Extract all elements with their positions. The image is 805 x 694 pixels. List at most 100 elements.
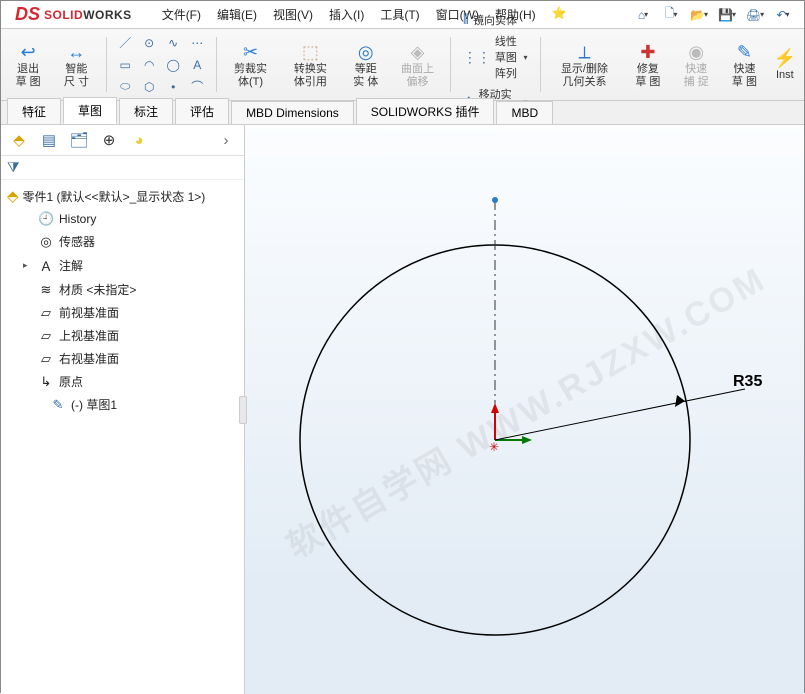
tree-label: 右视基准面 (59, 350, 119, 367)
ellipse-tool-icon[interactable]: ◯ (162, 55, 184, 75)
tree-item-sensors[interactable]: ◎传感器 (21, 230, 242, 253)
exit-sketch-button[interactable]: ↩ 退出草 图 (7, 33, 49, 96)
tree-item-right-plane[interactable]: ▱ 右视基准面 (21, 347, 242, 370)
new-doc-icon[interactable]: 🗋▾ (660, 4, 682, 26)
pattern-group: ⦀镜向实体 ⋮⋮线性草图阵列▾ ✥移动实体▾ (459, 33, 532, 96)
trim-icon: ✂ (243, 41, 258, 63)
undo-icon[interactable]: ↶▾ (772, 4, 794, 26)
offset-entities-button[interactable]: ◎ 等距实 体 (345, 33, 387, 96)
tab-features[interactable]: 特征 (7, 98, 61, 124)
etc-tool-icon[interactable]: ⋯ (186, 33, 208, 53)
tree-label: 注解 (59, 257, 83, 274)
endpoint-marker[interactable] (492, 197, 498, 203)
quick-snap-label: 快速捕 捉 (681, 63, 711, 88)
tab-sketch[interactable]: 草图 (63, 97, 117, 124)
tab-mbd[interactable]: MBD (496, 101, 553, 124)
point-tool-icon[interactable]: • (162, 77, 184, 97)
part-icon: ⬘ (7, 187, 19, 205)
tree-item-material[interactable]: ≋材质 <未指定> (21, 278, 242, 301)
display-manager-tab-icon[interactable]: ◕ (127, 129, 151, 151)
app-name: SOLIDWORKS (44, 8, 132, 22)
surface-offset-button: ◈ 曲面上 偏移 (393, 33, 442, 96)
menu-view[interactable]: 视图(V) (267, 2, 319, 27)
tree-label: History (59, 212, 96, 226)
quick-access-toolbar: ⌂▾ 🗋▾ 📂▾ 💾▾ 🖨▾ ↶▾ (632, 4, 800, 26)
tree-item-origin[interactable]: ↳原点 (21, 370, 242, 393)
rect-tool-icon[interactable]: ▭ (114, 55, 136, 75)
app-logo: DS SOLIDWORKS (5, 4, 142, 25)
tree-item-annotations[interactable]: ▸Ａ注解 (21, 253, 242, 278)
expand-tab-icon[interactable]: › (214, 129, 238, 151)
spline-tool-icon[interactable]: ∿ (162, 33, 184, 53)
instant-label: Inst (776, 69, 794, 82)
tree-item-front-plane[interactable]: ▱前视基准面 (21, 301, 242, 324)
circle-tool-icon[interactable]: ⊙ (138, 33, 160, 53)
history-icon: 🕘 (38, 211, 54, 227)
save-icon[interactable]: 💾▾ (716, 4, 738, 26)
radius-dimension-leader[interactable] (495, 389, 745, 440)
filter-funnel-icon[interactable]: ⧩ (7, 159, 20, 175)
menu-search-icon[interactable]: ⭐ (546, 2, 573, 27)
ribbon-separator (216, 37, 217, 92)
line-tool-icon[interactable]: ／ (114, 33, 136, 53)
text-tool-icon[interactable]: A (186, 55, 208, 75)
feature-tree-tab-icon[interactable]: ⬘ (7, 129, 31, 151)
offset-icon: ◎ (358, 41, 374, 63)
tree-item-history[interactable]: 🕘 History (21, 208, 242, 230)
solidworks-logo-icon: DS (15, 4, 40, 25)
radius-dimension-text[interactable]: R35 (733, 373, 762, 391)
display-delete-relations-button[interactable]: ⟂ 显示/删除 几何关系 (548, 33, 621, 96)
repair-icon: ✚ (640, 41, 655, 63)
smart-dimension-button[interactable]: ↔ 智能尺 寸 (55, 33, 97, 96)
relations-label: 显示/删除 几何关系 (554, 63, 615, 88)
tree-item-sketch1[interactable]: ✎(-) 草图1 (21, 393, 242, 416)
convert-icon: ⬚ (302, 41, 319, 63)
tree-label: 前视基准面 (59, 304, 119, 321)
tab-annotate[interactable]: 标注 (119, 98, 173, 124)
ribbon-separator (540, 37, 541, 92)
tree-label: 传感器 (59, 233, 95, 250)
menu-edit[interactable]: 编辑(E) (211, 2, 263, 27)
fillet-tool-icon[interactable]: ⌒ (186, 77, 208, 97)
tree-root-part[interactable]: ⬘ 零件1 (默认<<默认>_显示状态 1>) (3, 184, 242, 208)
dim-manager-tab-icon[interactable]: ⊕ (97, 129, 121, 151)
tree-item-top-plane[interactable]: ▱ 上视基准面 (21, 324, 242, 347)
logo-text-red: SOLID (44, 8, 83, 22)
sketch-origin-marker: ✳ (489, 403, 532, 454)
menu-file[interactable]: 文件(F) (156, 2, 207, 27)
print-icon[interactable]: 🖨▾ (744, 4, 766, 26)
linear-pattern-button[interactable]: ⋮⋮线性草图阵列▾ (459, 32, 532, 82)
mirror-icon: ⦀ (463, 11, 469, 28)
tree-label: 上视基准面 (59, 327, 119, 344)
linear-pattern-icon: ⋮⋮ (463, 49, 491, 66)
convert-entities-button[interactable]: ⬚ 转换实 体引用 (282, 33, 338, 96)
graphics-area[interactable]: 软件自学网 WWW.RJZXW.COM ✳ R35 (245, 125, 804, 694)
plane-icon: ▱ (38, 351, 54, 367)
rapid-sketch-button[interactable]: ✎ 快速草 图 (723, 33, 765, 96)
instant-button[interactable]: ⚡ Inst (772, 33, 798, 96)
arc-tool-icon[interactable]: ◠ (138, 55, 160, 75)
tab-mbd-dimensions[interactable]: MBD Dimensions (231, 101, 354, 124)
trim-label: 剪裁实 体(T) (231, 63, 270, 88)
open-doc-icon[interactable]: 📂▾ (688, 4, 710, 26)
home-icon[interactable]: ⌂▾ (632, 4, 654, 26)
property-manager-tab-icon[interactable]: ▤ (37, 129, 61, 151)
menu-tools[interactable]: 工具(T) (374, 2, 425, 27)
trim-entities-button[interactable]: ✂ 剪裁实 体(T) (225, 33, 276, 96)
mirror-entities-button[interactable]: ⦀镜向实体 (459, 10, 532, 29)
tab-solidworks-addins[interactable]: SOLIDWORKS 插件 (356, 98, 495, 124)
tab-evaluate[interactable]: 评估 (175, 98, 229, 124)
surface-offset-icon: ◈ (411, 41, 425, 63)
expand-caret-icon[interactable]: ▸ (23, 260, 33, 271)
plane-icon: ▱ (38, 328, 54, 344)
config-manager-tab-icon[interactable]: 🗂 (67, 129, 91, 151)
relations-icon: ⟂ (578, 41, 590, 63)
dimension-arrow-icon (675, 395, 685, 407)
slot-tool-icon[interactable]: ⬭ (114, 77, 136, 97)
exit-sketch-icon: ↩ (21, 41, 36, 63)
menu-insert[interactable]: 插入(I) (323, 2, 370, 27)
repair-sketch-button[interactable]: ✚ 修复草 图 (627, 33, 669, 96)
sketch-tools-group-1: ／ ⊙ ∿ ⋯ ▭ ◠ ◯ A ⬭ ⬡ • ⌒ (114, 33, 208, 96)
polygon-tool-icon[interactable]: ⬡ (138, 77, 160, 97)
smart-dimension-label: 智能尺 寸 (61, 63, 91, 88)
